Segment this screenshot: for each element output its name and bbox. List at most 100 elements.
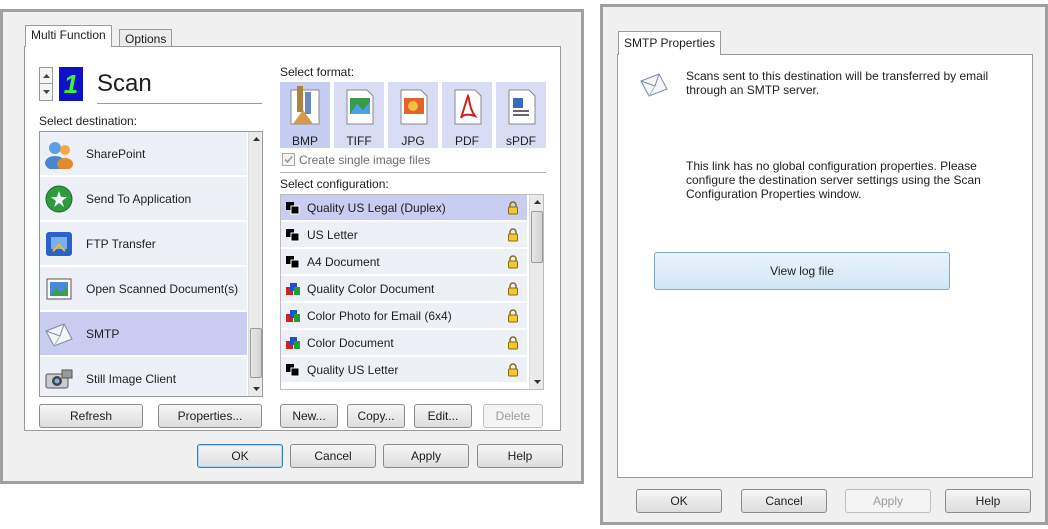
scroll-up-icon[interactable] (249, 132, 263, 146)
bmp-brush-icon (290, 86, 320, 125)
configuration-list[interactable]: Quality US Legal (Duplex) US Letter A4 D… (280, 194, 544, 390)
format-label: sPDF (506, 134, 536, 148)
tab-options[interactable]: Options (119, 29, 173, 47)
multi-function-panel: 1 Scan Select destination: SharePoint Se… (24, 46, 561, 431)
configuration-item[interactable]: US Letter (281, 222, 527, 248)
configuration-item[interactable]: Quality US Letter (281, 357, 527, 383)
multi-function-dialog: Multi Function Options 1 Scan Select des… (0, 9, 584, 484)
destination-item-open-scanned-documents[interactable]: Open Scanned Document(s) (40, 267, 247, 311)
apply-button[interactable]: Apply (383, 444, 469, 468)
open-scanned-document-icon (46, 278, 72, 299)
configuration-label: Quality US Legal (Duplex) (307, 200, 446, 215)
format-strip[interactable]: BMP TIFF JPG PDF sPDF (280, 82, 546, 148)
ok-button[interactable]: OK (636, 489, 722, 513)
tab-multi-function[interactable]: Multi Function (25, 25, 112, 47)
tab-smtp-properties[interactable]: SMTP Properties (618, 31, 722, 55)
configuration-label: Color Photo for Email (6x4) (307, 308, 452, 323)
format-label: BMP (291, 134, 318, 148)
color-config-icon (286, 336, 300, 349)
destination-label: Send To Application (86, 191, 192, 206)
spinner-up-icon[interactable] (40, 68, 52, 84)
bw-config-icon (286, 255, 300, 268)
cancel-button[interactable]: Cancel (741, 489, 827, 513)
color-config-icon (286, 282, 300, 295)
smtp-properties-dialog: SMTP Properties Scans sent to this desti… (600, 4, 1048, 525)
properties-button[interactable]: Properties... (158, 404, 262, 428)
destination-label: Still Image Client (86, 371, 177, 386)
destination-item-smtp[interactable]: SMTP (40, 312, 247, 356)
apply-button[interactable]: Apply (845, 489, 931, 513)
select-configuration-label: Select configuration: (280, 177, 389, 191)
format-pdf[interactable]: PDF (442, 82, 492, 148)
edit-button[interactable]: Edit... (414, 404, 472, 428)
scan-title-underline (97, 103, 262, 104)
scroll-up-icon[interactable] (530, 195, 544, 209)
ok-button[interactable]: OK (197, 444, 283, 468)
ftp-transfer-icon (46, 231, 72, 256)
scroll-down-icon[interactable] (530, 375, 544, 389)
send-to-application-icon (45, 185, 73, 212)
lock-icon (508, 281, 518, 295)
still-image-client-icon (45, 369, 73, 388)
refresh-button[interactable]: Refresh (39, 404, 143, 428)
scan-number-display: 1 (59, 67, 83, 101)
spinner-down-icon[interactable] (40, 84, 52, 100)
color-config-icon (286, 309, 300, 322)
format-jpg[interactable]: JPG (388, 82, 438, 148)
sharepoint-icon (45, 141, 73, 169)
configuration-item[interactable]: Color Photo for Email (6x4) (281, 303, 527, 329)
destination-label: Open Scanned Document(s) (86, 281, 239, 296)
destination-scrollbar[interactable] (248, 132, 263, 396)
cancel-button[interactable]: Cancel (290, 444, 376, 468)
help-button[interactable]: Help (945, 489, 1031, 513)
configuration-item[interactable]: Quality Color Document (281, 276, 527, 302)
select-format-label: Select format: (280, 65, 355, 79)
format-bmp[interactable]: BMP (280, 82, 330, 148)
bw-config-icon (286, 363, 300, 376)
configuration-label: US Letter (307, 227, 358, 242)
pdf-document-icon (454, 89, 482, 125)
scan-title: Scan (97, 70, 152, 97)
smtp-envelope-icon (45, 322, 73, 347)
configuration-item[interactable]: Color Document (281, 330, 527, 356)
scan-number-spinner[interactable] (39, 67, 53, 101)
format-label: JPG (401, 134, 425, 148)
format-spdf[interactable]: sPDF (496, 82, 546, 148)
smtp-envelope-icon (640, 73, 668, 97)
smtp-description: Scans sent to this destination will be t… (686, 69, 989, 97)
copy-button[interactable]: Copy... (347, 404, 405, 428)
jpg-image-icon (400, 89, 428, 125)
destination-label: SMTP (86, 326, 120, 341)
destination-list[interactable]: SharePoint Send To Application FTP Trans… (39, 131, 263, 397)
destination-label: SharePoint (86, 146, 146, 161)
scroll-down-icon[interactable] (249, 382, 263, 396)
destination-item-send-to-application[interactable]: Send To Application (40, 177, 247, 221)
create-single-image-files-label: Create single image files (299, 153, 431, 167)
lock-icon (508, 362, 518, 376)
lock-icon (508, 335, 518, 349)
configuration-scroll-thumb[interactable] (531, 211, 543, 263)
lock-icon (508, 308, 518, 322)
configuration-item[interactable]: A4 Document (281, 249, 527, 275)
destination-item-still-image-client[interactable]: Still Image Client (40, 357, 247, 396)
configuration-label: A4 Document (307, 254, 380, 269)
create-single-image-files-checkbox[interactable] (282, 153, 295, 166)
delete-button[interactable]: Delete (483, 404, 543, 428)
help-button[interactable]: Help (477, 444, 563, 468)
checkmark-icon (284, 155, 293, 164)
lock-icon (508, 254, 518, 268)
view-log-file-button[interactable]: View log file (654, 252, 950, 290)
configuration-label: Color Document (307, 335, 394, 350)
destination-scroll-thumb[interactable] (250, 328, 262, 378)
destination-item-ftp-transfer[interactable]: FTP Transfer (40, 222, 247, 266)
new-button[interactable]: New... (280, 404, 338, 428)
format-tiff[interactable]: TIFF (334, 82, 384, 148)
smtp-properties-panel: Scans sent to this destination will be t… (617, 54, 1033, 478)
spdf-document-icon (508, 89, 536, 125)
configuration-scrollbar[interactable] (529, 195, 544, 389)
format-label: TIFF (346, 134, 372, 148)
format-divider (280, 172, 546, 173)
destination-item-sharepoint[interactable]: SharePoint (40, 132, 247, 176)
configuration-item[interactable]: Quality US Legal (Duplex) (281, 195, 527, 221)
smtp-info-text: This link has no global configuration pr… (686, 159, 981, 201)
